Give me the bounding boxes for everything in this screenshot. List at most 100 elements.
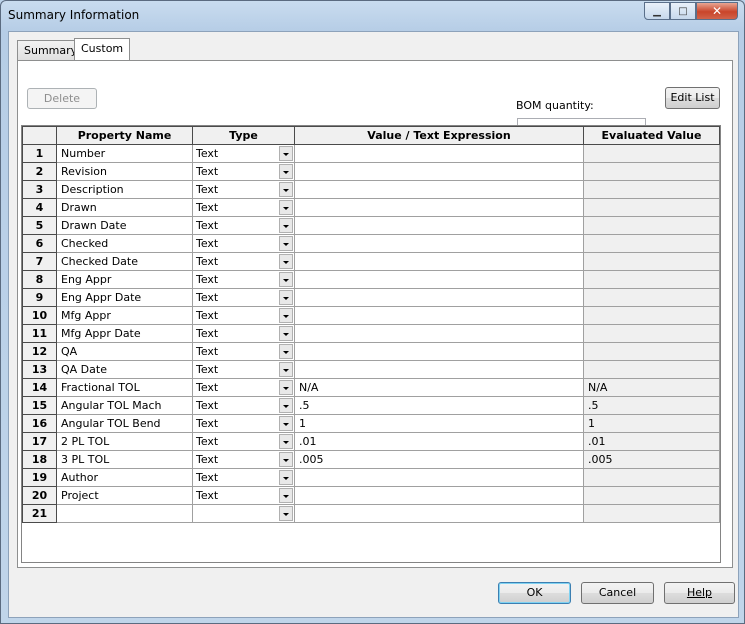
type-dropdown-icon[interactable] — [279, 236, 293, 251]
table-row[interactable]: 4 Drawn Text — [22, 198, 720, 217]
value-expression-cell[interactable] — [294, 270, 584, 289]
row-number[interactable]: 20 — [22, 486, 57, 505]
row-number[interactable]: 15 — [22, 396, 57, 415]
type-dropdown-icon[interactable] — [279, 470, 293, 485]
type-dropdown-icon[interactable] — [279, 488, 293, 503]
value-expression-cell[interactable] — [294, 198, 584, 217]
row-number[interactable]: 21 — [22, 504, 57, 523]
column-header[interactable]: Type — [192, 126, 295, 145]
type-cell[interactable]: Text — [192, 270, 295, 289]
type-dropdown-icon[interactable] — [279, 290, 293, 305]
value-expression-cell[interactable] — [294, 288, 584, 307]
row-number[interactable]: 16 — [22, 414, 57, 433]
type-cell[interactable]: Text — [192, 216, 295, 235]
type-dropdown-icon[interactable] — [279, 434, 293, 449]
row-number[interactable]: 14 — [22, 378, 57, 397]
row-number[interactable]: 7 — [22, 252, 57, 271]
value-expression-cell[interactable] — [294, 180, 584, 199]
type-cell[interactable]: Text — [192, 360, 295, 379]
column-header[interactable]: Evaluated Value — [583, 126, 720, 145]
type-dropdown-icon[interactable] — [279, 200, 293, 215]
value-expression-cell[interactable]: 1 — [294, 414, 584, 433]
property-name-cell[interactable]: Fractional TOL — [56, 378, 193, 397]
type-dropdown-icon[interactable] — [279, 416, 293, 431]
type-cell[interactable]: Text — [192, 342, 295, 361]
table-row[interactable]: 17 2 PL TOL Text .01.01 — [22, 432, 720, 451]
type-dropdown-icon[interactable] — [279, 272, 293, 287]
ok-button[interactable]: OK — [498, 582, 571, 604]
type-dropdown-icon[interactable] — [279, 308, 293, 323]
value-expression-cell[interactable] — [294, 234, 584, 253]
value-expression-cell[interactable] — [294, 486, 584, 505]
value-expression-cell[interactable] — [294, 216, 584, 235]
row-number[interactable]: 6 — [22, 234, 57, 253]
maximize-button[interactable]: □ — [670, 2, 696, 20]
row-number[interactable]: 8 — [22, 270, 57, 289]
table-row[interactable]: 11 Mfg Appr Date Text — [22, 324, 720, 343]
row-number[interactable]: 19 — [22, 468, 57, 487]
table-row[interactable]: 21 — [22, 504, 720, 523]
type-dropdown-icon[interactable] — [279, 182, 293, 197]
table-row[interactable]: 15 Angular TOL Mach Text .5.5 — [22, 396, 720, 415]
tab-custom[interactable]: Custom — [74, 38, 131, 60]
property-name-cell[interactable]: Project — [56, 486, 193, 505]
property-name-cell[interactable]: QA Date — [56, 360, 193, 379]
row-number[interactable]: 18 — [22, 450, 57, 469]
value-expression-cell[interactable] — [294, 504, 584, 523]
type-dropdown-icon[interactable] — [279, 452, 293, 467]
property-name-cell[interactable]: Mfg Appr — [56, 306, 193, 325]
table-row[interactable]: 7 Checked Date Text — [22, 252, 720, 271]
value-expression-cell[interactable] — [294, 252, 584, 271]
row-number[interactable]: 2 — [22, 162, 57, 181]
table-row[interactable]: 16 Angular TOL Bend Text 1 1 — [22, 414, 720, 433]
type-cell[interactable]: Text — [192, 378, 295, 397]
type-cell[interactable]: Text — [192, 252, 295, 271]
type-dropdown-icon[interactable] — [279, 506, 293, 521]
type-cell[interactable]: Text — [192, 144, 295, 163]
type-cell[interactable]: Text — [192, 432, 295, 451]
value-expression-cell[interactable] — [294, 342, 584, 361]
row-number[interactable]: 13 — [22, 360, 57, 379]
row-number[interactable]: 3 — [22, 180, 57, 199]
row-number[interactable]: 12 — [22, 342, 57, 361]
delete-button[interactable]: Delete — [27, 88, 97, 109]
type-dropdown-icon[interactable] — [279, 344, 293, 359]
type-dropdown-icon[interactable] — [279, 380, 293, 395]
property-name-cell[interactable]: Checked — [56, 234, 193, 253]
column-header[interactable]: Property Name — [56, 126, 193, 145]
value-expression-cell[interactable] — [294, 162, 584, 181]
value-expression-cell[interactable] — [294, 360, 584, 379]
row-number[interactable]: 17 — [22, 432, 57, 451]
row-number[interactable]: 10 — [22, 306, 57, 325]
row-number[interactable]: 11 — [22, 324, 57, 343]
type-cell[interactable]: Text — [192, 486, 295, 505]
help-button[interactable]: Help — [664, 582, 735, 604]
type-dropdown-icon[interactable] — [279, 398, 293, 413]
property-name-cell[interactable]: QA — [56, 342, 193, 361]
type-cell[interactable]: Text — [192, 198, 295, 217]
property-name-cell[interactable]: Author — [56, 468, 193, 487]
property-name-cell[interactable]: 2 PL TOL — [56, 432, 193, 451]
cancel-button[interactable]: Cancel — [581, 582, 654, 604]
value-expression-cell[interactable] — [294, 144, 584, 163]
edit-list-button[interactable]: Edit List — [665, 87, 720, 109]
table-row[interactable]: 20 Project Text — [22, 486, 720, 505]
type-cell[interactable]: Text — [192, 234, 295, 253]
property-name-cell[interactable]: Drawn Date — [56, 216, 193, 235]
type-cell[interactable]: Text — [192, 180, 295, 199]
property-name-cell[interactable]: Eng Appr Date — [56, 288, 193, 307]
type-dropdown-icon[interactable] — [279, 362, 293, 377]
type-cell[interactable]: Text — [192, 324, 295, 343]
property-name-cell[interactable]: Drawn — [56, 198, 193, 217]
type-cell[interactable]: Text — [192, 414, 295, 433]
type-cell[interactable]: Text — [192, 450, 295, 469]
type-cell[interactable]: Text — [192, 306, 295, 325]
column-header[interactable]: Value / Text Expression — [294, 126, 584, 145]
value-expression-cell[interactable]: N/A — [294, 378, 584, 397]
type-dropdown-icon[interactable] — [279, 218, 293, 233]
type-dropdown-icon[interactable] — [279, 146, 293, 161]
property-name-cell[interactable]: Revision — [56, 162, 193, 181]
value-expression-cell[interactable]: .01 — [294, 432, 584, 451]
value-expression-cell[interactable] — [294, 324, 584, 343]
property-name-cell[interactable]: 3 PL TOL — [56, 450, 193, 469]
